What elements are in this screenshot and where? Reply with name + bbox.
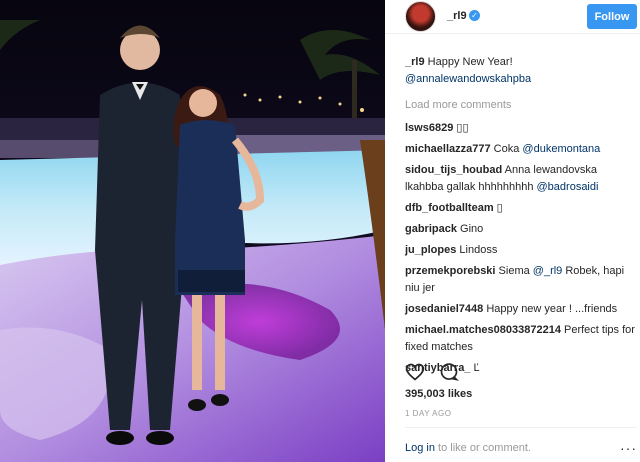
comment-item: lsws6829 ▯▯ [405,120,637,137]
comment-username[interactable]: michael.matches08033872214 [405,324,561,336]
caption-text: Happy New Year! [427,56,513,68]
comment-item: przemekporebski Siema @_rl9 Robek, hapi … [405,263,637,297]
login-prompt: Log in to like or comment. [405,442,531,454]
comment-text: Lindoss [456,244,498,256]
comment-username[interactable]: josedaniel7448 [405,303,483,315]
post-photo[interactable] [0,0,385,462]
comment-username[interactable]: michaellazza777 [405,143,491,155]
comment-mention[interactable]: @dukemontana [522,143,600,155]
header-username[interactable]: _rl9 [447,10,467,22]
comment-item: ju_plopes Lindoss [405,242,637,259]
comment-text: Gino [456,223,484,235]
comment-mention[interactable]: @_rl9 [533,265,563,277]
comment-item: josedaniel7448 Happy new year ! ...frien… [405,301,637,318]
load-more-comments-link[interactable]: Load more comments [405,97,637,114]
post-side-panel: _rl9 ✓ Follow _rl9 Happy New Year! @anna… [385,0,640,462]
comment-username[interactable]: ju_plopes [405,244,456,256]
verified-badge-icon: ✓ [469,10,480,21]
login-link[interactable]: Log in [405,442,435,454]
comment-icon[interactable] [439,362,460,382]
comment-text: Siema [495,265,533,277]
comment-mention[interactable]: @badrosaidi [537,181,599,193]
post-date: 1 DAY AGO [405,409,452,418]
comment-item: michaellazza777 Coka @dukemontana [405,141,637,158]
comment-text: ▯ [493,202,503,214]
caption-username[interactable]: _rl9 [405,56,425,68]
caption-mention[interactable]: @annalewandowskahpba [405,73,531,85]
comment-text: Happy new year ! ...friends [483,303,618,315]
post-actions [405,362,460,384]
comment-username[interactable]: lsws6829 [405,122,453,134]
divider [405,427,637,428]
post-caption: _rl9 Happy New Year! @annalewandowskahpb… [405,54,637,88]
follow-button[interactable]: Follow [587,4,637,29]
comment-item: gabripack Gino [405,221,637,238]
avatar[interactable] [405,1,436,32]
comment-username[interactable]: przemekporebski [405,265,495,277]
comment-text: ▯▯ [453,122,469,134]
comments-list: _rl9 Happy New Year! @annalewandowskahpb… [405,54,637,381]
more-options-icon[interactable]: ··· [620,440,637,456]
login-suffix: to like or comment. [434,442,531,454]
post-header: _rl9 ✓ Follow [385,0,640,34]
photo-scene [0,0,385,462]
likes-count[interactable]: 395,003 likes [405,388,472,400]
comment-item: dfb_footballteam ▯ [405,200,637,217]
comment-item: michael.matches08033872214 Perfect tips … [405,322,637,356]
comment-username[interactable]: sidou_tijs_houbad [405,164,502,176]
heart-icon[interactable] [405,362,425,382]
comment-text: Ľ [470,362,480,374]
comment-username[interactable]: dfb_footballteam [405,202,494,214]
comment-item: sidou_tijs_houbad Anna lewandovska lkahb… [405,162,637,196]
comment-username[interactable]: gabripack [405,223,457,235]
comment-text: Coka [490,143,523,155]
